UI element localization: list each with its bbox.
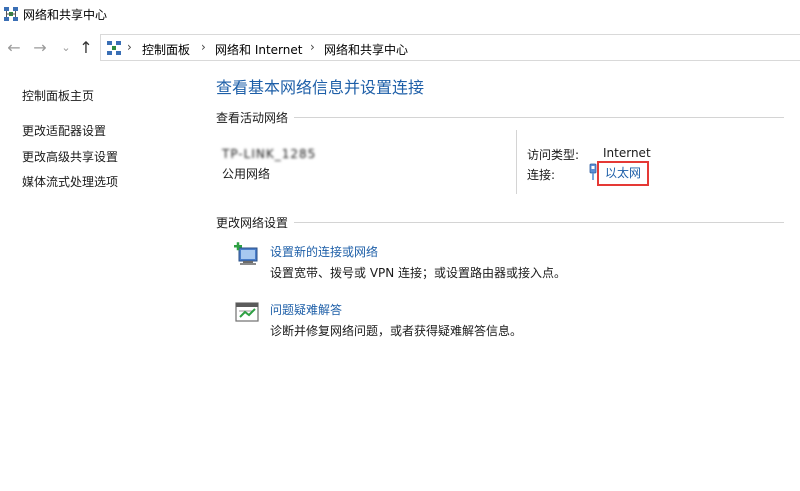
control-panel-icon — [107, 41, 121, 55]
breadcrumb-network-internet[interactable]: 网络和 Internet — [215, 41, 302, 58]
setup-new-connection-description: 设置宽带、拨号或 VPN 连接；或设置路由器或接入点。 — [270, 266, 567, 280]
up-arrow-icon[interactable]: ↑ — [76, 37, 96, 59]
section-divider — [294, 222, 784, 223]
forward-arrow-icon[interactable]: → — [30, 37, 50, 59]
sidebar-item-advanced-sharing[interactable]: 更改高级共享设置 — [22, 148, 118, 165]
network-center-icon — [4, 7, 18, 21]
back-arrow-icon[interactable]: ← — [4, 37, 24, 59]
change-settings-heading: 更改网络设置 — [216, 216, 289, 230]
breadcrumb-control-panel[interactable]: 控制面板 — [142, 41, 190, 58]
network-type[interactable]: 公用网络 — [222, 165, 270, 182]
network-name: TP-LINK_1285 — [222, 147, 317, 161]
ethernet-connection-link[interactable]: 以太网 — [597, 161, 649, 186]
access-type-value: Internet — [603, 146, 651, 160]
sidebar-item-adapter-settings[interactable]: 更改适配器设置 — [22, 122, 106, 139]
troubleshoot-icon — [235, 302, 259, 322]
access-type-label: 访问类型: — [527, 148, 580, 162]
troubleshoot-problems-description: 诊断并修复网络问题，或者获得疑难解答信息。 — [270, 324, 523, 338]
breadcrumb-network-sharing-center[interactable]: 网络和共享中心 — [324, 41, 408, 58]
breadcrumb-separator[interactable]: › — [201, 40, 206, 54]
vertical-divider — [516, 130, 517, 194]
connection-label: 连接: — [527, 168, 556, 182]
sidebar-item-media-streaming[interactable]: 媒体流式处理选项 — [22, 173, 118, 190]
breadcrumb-separator[interactable]: › — [310, 40, 315, 54]
recent-locations-icon[interactable]: ⌄ — [56, 37, 76, 59]
sidebar-item-control-panel-home[interactable]: 控制面板主页 — [22, 87, 94, 104]
active-networks-heading: 查看活动网络 — [216, 111, 289, 125]
new-connection-icon — [234, 242, 258, 265]
address-bar[interactable]: › 控制面板 › 网络和 Internet › 网络和共享中心 — [100, 34, 800, 61]
breadcrumb-separator[interactable]: › — [127, 40, 132, 54]
window-title: 网络和共享中心 — [23, 8, 108, 22]
navigation-bar: ← → ⌄ ↑ › 控制面板 › 网络和 Internet › 网络和共享中心 — [0, 34, 800, 62]
troubleshoot-problems-link[interactable]: 问题疑难解答 — [270, 301, 342, 318]
title-bar: 网络和共享中心 — [0, 0, 800, 28]
section-divider — [294, 117, 784, 118]
setup-new-connection-link[interactable]: 设置新的连接或网络 — [270, 243, 378, 260]
page-title: 查看基本网络信息并设置连接 — [216, 78, 425, 97]
